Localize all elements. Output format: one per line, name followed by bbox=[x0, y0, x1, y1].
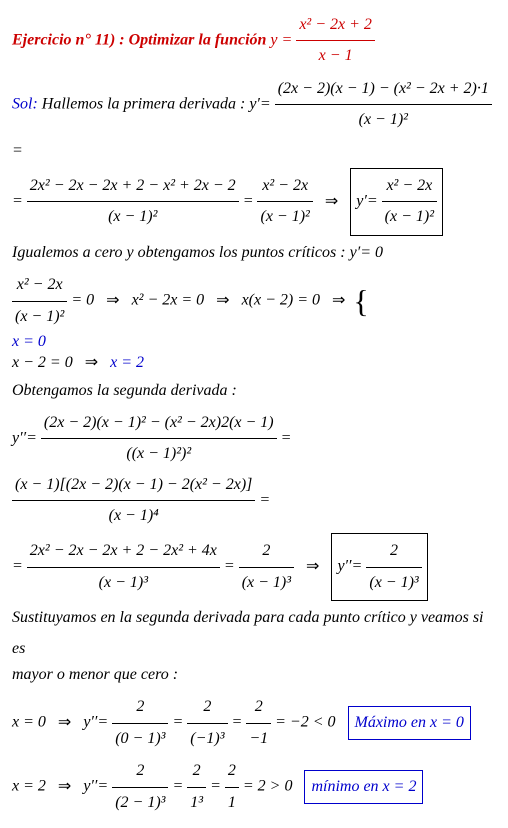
solution-line-10: x = 2 ⇒ y′′= 2(2 − 1)³ = 21³ = 21 = 2 > … bbox=[12, 756, 496, 818]
eq-lhs: y = bbox=[270, 32, 292, 49]
frac-7a: 2x² − 2x − 2x + 2 − 2x² + 4x (x − 1)³ bbox=[27, 536, 220, 598]
solution-line-8a: Sustituyamos en la segunda derivada para… bbox=[12, 603, 496, 664]
solution-line-8b: mayor o menor que cero : bbox=[12, 660, 496, 690]
solution-line-1: Sol: Hallemos la primera derivada : y′= … bbox=[12, 74, 496, 166]
line1-text: Hallemos la primera derivada : bbox=[42, 95, 246, 112]
yp: y′= bbox=[249, 95, 270, 112]
max-box: Máximo en x = 0 bbox=[348, 706, 471, 740]
solution-line-4: x² − 2x (x − 1)² = 0 ⇒ x² − 2x = 0 ⇒ x(x… bbox=[12, 270, 496, 373]
title-text: : Optimizar la función bbox=[119, 32, 266, 49]
solution-line-5: Obtengamos la segunda derivada : bbox=[12, 376, 496, 406]
exercise-title: Ejercicio n° 11) : Optimizar la función … bbox=[12, 10, 496, 72]
frac-7b: 2 (x − 1)³ bbox=[239, 536, 294, 598]
solution-line-2: = 2x² − 2x − 2x + 2 − x² + 2x − 2 (x − 1… bbox=[12, 168, 496, 236]
boxed-result-1: y′= x² − 2x (x − 1)² bbox=[350, 168, 443, 236]
boxed-result-2: y′′= 2 (x − 1)³ bbox=[331, 533, 427, 601]
title-fraction: x² − 2x + 2 x − 1 bbox=[296, 10, 375, 72]
frac-2a: 2x² − 2x − 2x + 2 − x² + 2x − 2 (x − 1)² bbox=[27, 171, 239, 233]
solution-line-7: = 2x² − 2x − 2x + 2 − 2x² + 4x (x − 1)³ … bbox=[12, 533, 496, 601]
frac-2b: x² − 2x (x − 1)² bbox=[257, 171, 312, 233]
cases: x = 0 x − 2 = 0 ⇒ x = 2 bbox=[12, 332, 144, 374]
title-label: Ejercicio n° 11) bbox=[12, 32, 115, 49]
frac-6b: (x − 1)[(2x − 2)(x − 1) − 2(x² − 2x)] (x… bbox=[12, 470, 255, 532]
min-box: mínimo en x = 2 bbox=[304, 770, 423, 804]
solution-line-3: Igualemos a cero y obtengamos los puntos… bbox=[12, 238, 496, 268]
solution-line-9: x = 0 ⇒ y′′= 2(0 − 1)³ = 2(−1)³ = 2−1 = … bbox=[12, 692, 496, 754]
frac-1: (2x − 2)(x − 1) − (x² − 2x + 2)·1 (x − 1… bbox=[275, 74, 492, 136]
frac-6a: (2x − 2)(x − 1)² − (x² − 2x)2(x − 1) ((x… bbox=[41, 408, 277, 470]
brace-icon: { bbox=[353, 271, 368, 332]
frac-4: x² − 2x (x − 1)² bbox=[12, 270, 67, 332]
sol-label: Sol: bbox=[12, 95, 38, 112]
